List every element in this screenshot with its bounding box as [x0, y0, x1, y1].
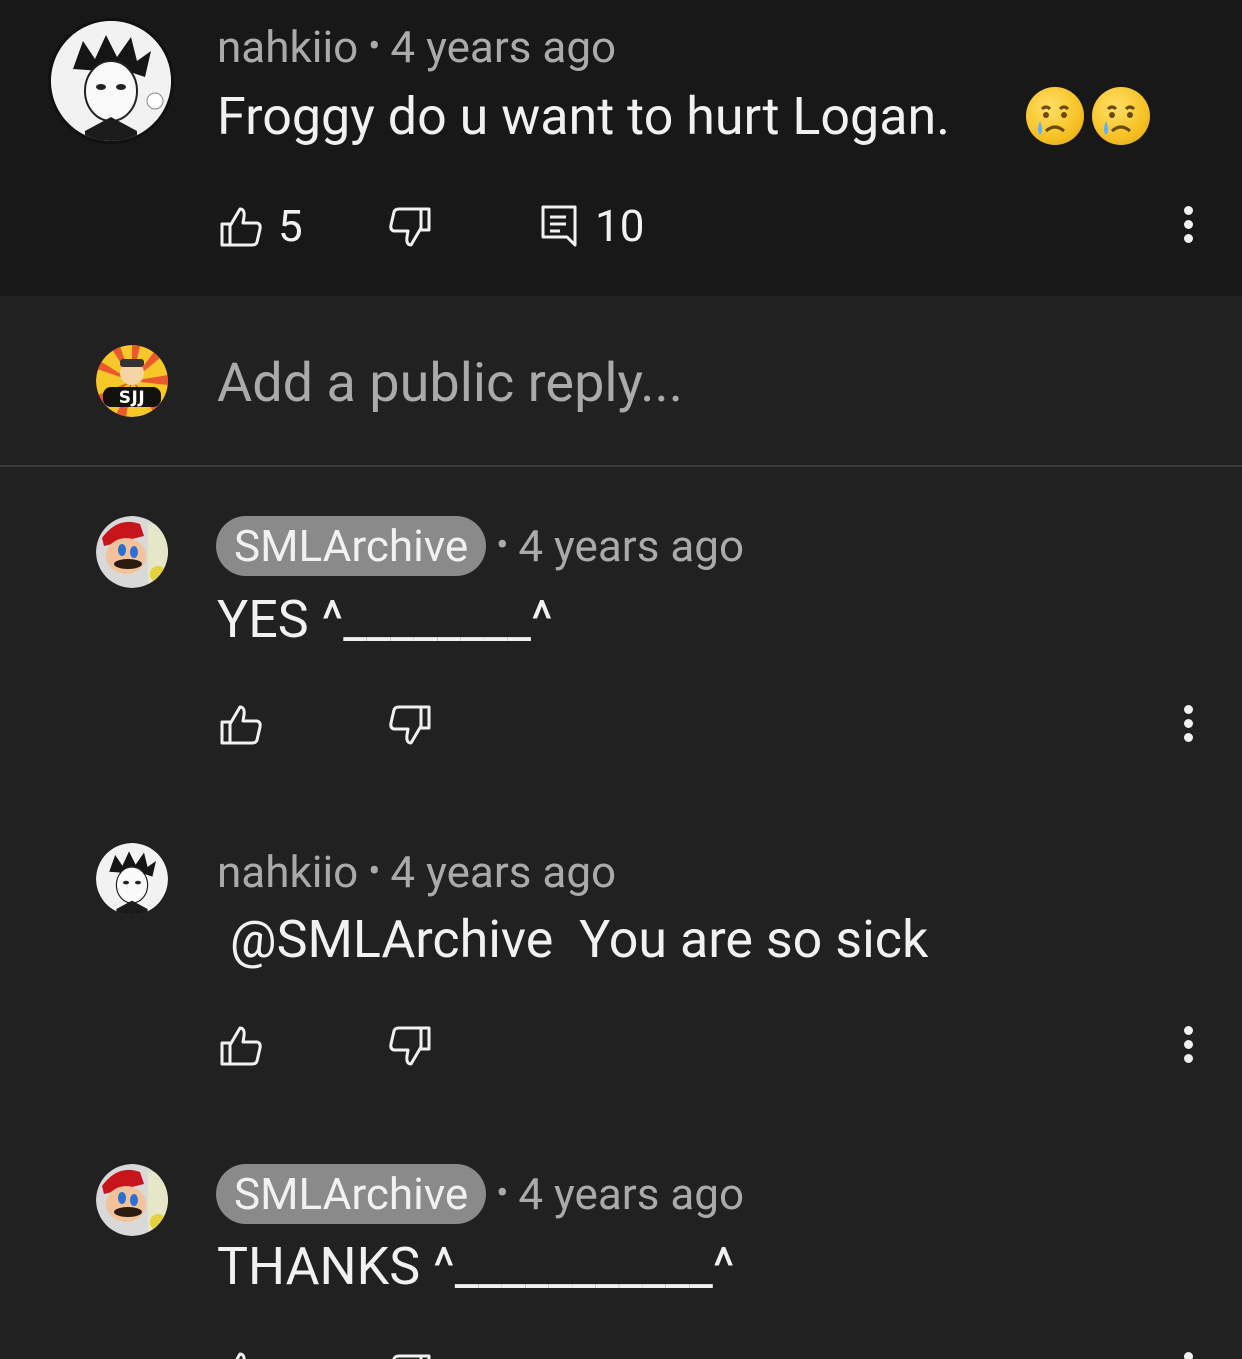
comment-thread: nahkiio • 4 years ago Froggy do u want to …	[0, 0, 1242, 1359]
reply-count: 10	[595, 200, 645, 252]
meta-separator: •	[368, 25, 381, 67]
thumbs-up-icon	[220, 705, 262, 745]
author-name[interactable]: nahkiio	[217, 846, 358, 898]
more-options-button[interactable]	[1179, 1352, 1199, 1359]
thumbs-down-icon	[389, 705, 431, 745]
parent-comment: nahkiio • 4 years ago Froggy do u want to …	[0, 0, 1242, 296]
dislike-button[interactable]	[388, 704, 432, 748]
meta-separator: •	[496, 524, 509, 566]
comment-time[interactable]: 4 years ago	[518, 1168, 744, 1220]
avatar-current-user[interactable]: SJJ	[96, 345, 168, 417]
avatar-nahkiio[interactable]	[48, 18, 174, 144]
comment-time[interactable]: 4 years ago	[390, 21, 616, 73]
thumbs-up-icon	[220, 207, 262, 247]
creator-author-badge[interactable]: SMLArchive	[216, 1164, 487, 1224]
avatar-nahkiio[interactable]	[96, 843, 168, 915]
creator-author-badge[interactable]: SMLArchive	[216, 516, 487, 576]
like-button[interactable]	[219, 1349, 263, 1359]
thumbs-down-icon	[389, 207, 431, 247]
comment-text: YES ^________^	[217, 589, 553, 650]
thumbs-up-icon	[235, 1352, 246, 1359]
comment-time[interactable]: 4 years ago	[390, 846, 616, 898]
thumbs-down-icon	[392, 1354, 431, 1359]
dislike-button[interactable]	[388, 206, 432, 250]
like-count: 5	[278, 200, 303, 252]
comment-time[interactable]: 4 years ago	[518, 520, 744, 572]
meta-separator: •	[496, 1172, 509, 1214]
mario-avatar-icon	[96, 516, 168, 588]
manga-avatar-icon	[96, 843, 168, 915]
dislike-button[interactable]	[388, 1353, 432, 1359]
avatar-smlarchive[interactable]	[96, 516, 168, 588]
comment-meta: SMLArchive • 4 years ago	[216, 516, 744, 576]
crying-face-emoji-icon	[1092, 87, 1150, 145]
comment-meta: SMLArchive • 4 years ago	[216, 1164, 744, 1224]
more-options-button[interactable]	[1179, 206, 1199, 246]
like-button[interactable]	[219, 702, 263, 746]
avatar-label: SJJ	[118, 388, 146, 408]
comment-text: @SMLArchive You are so sick	[217, 909, 929, 970]
comment-text: THANKS ^___________^	[217, 1236, 735, 1297]
comment-meta: nahkiio • 4 years ago	[217, 25, 616, 69]
comment-replies-icon	[541, 205, 577, 247]
more-options-button[interactable]	[1179, 705, 1199, 745]
like-button[interactable]	[219, 1023, 263, 1067]
author-name[interactable]: nahkiio	[217, 21, 358, 73]
crying-face-emoji-icon	[1026, 87, 1084, 145]
reply-button[interactable]	[540, 204, 580, 248]
like-button[interactable]	[219, 204, 263, 248]
avatar-smlarchive[interactable]	[96, 1164, 168, 1236]
thumbs-down-icon	[389, 1026, 431, 1066]
reply-input[interactable]: Add a public reply...	[217, 352, 683, 415]
comment-meta: nahkiio • 4 years ago	[217, 850, 616, 894]
meta-separator: •	[368, 850, 381, 892]
dislike-button[interactable]	[388, 1025, 432, 1069]
thumbs-up-icon	[220, 1026, 262, 1066]
mario-avatar-icon	[96, 1164, 168, 1236]
manga-avatar-icon	[51, 21, 171, 141]
comment-text: Froggy do u want to hurt Logan.	[217, 86, 950, 147]
more-options-button[interactable]	[1179, 1026, 1199, 1066]
